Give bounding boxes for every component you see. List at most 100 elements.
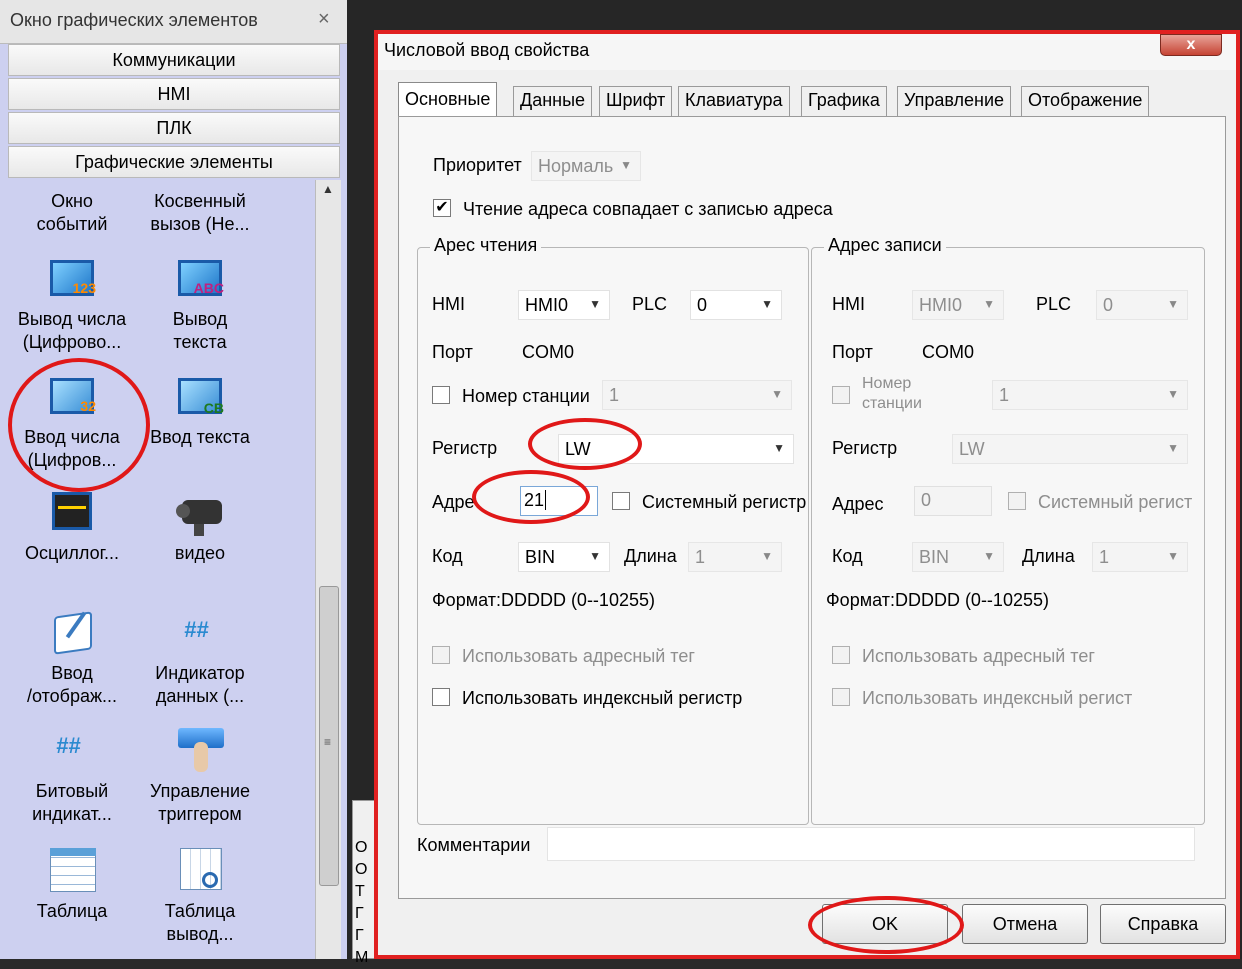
chevron-down-icon: ▼ bbox=[773, 441, 785, 455]
tool-number-display[interactable]: 123 Вывод числа (Цифрово... bbox=[2, 254, 142, 354]
read-address-value: 21 bbox=[524, 490, 545, 510]
tool-label: Управление bbox=[149, 781, 251, 801]
priority-select[interactable]: Нормаль ▼ bbox=[531, 151, 641, 181]
tool-label: Вывод числа bbox=[17, 309, 127, 329]
read-group-title: Арес чтения bbox=[430, 235, 542, 256]
write-index-register-checkbox[interactable] bbox=[832, 688, 850, 706]
chevron-down-icon: ▼ bbox=[589, 297, 601, 311]
write-code-label: Код bbox=[832, 546, 863, 566]
tool-bit-indicator[interactable]: ## Битовый индикат... bbox=[2, 726, 142, 826]
icon-badge: 32 bbox=[80, 398, 96, 414]
tool-oscilloscope[interactable]: Осциллог... bbox=[2, 488, 142, 565]
write-length-label: Длина bbox=[1022, 546, 1075, 566]
read-station-checkbox[interactable] bbox=[432, 386, 450, 404]
icon-badge: ABC bbox=[193, 280, 224, 296]
chevron-down-icon: ▼ bbox=[771, 387, 783, 401]
write-address-tag-checkbox[interactable] bbox=[832, 646, 850, 664]
read-address-input[interactable]: 21 bbox=[520, 486, 598, 516]
write-address-input[interactable]: 0 bbox=[914, 486, 992, 516]
ok-button[interactable]: OK bbox=[822, 904, 948, 944]
scroll-up-icon[interactable]: ▲ bbox=[322, 182, 334, 196]
text-input-icon: CB bbox=[174, 372, 226, 422]
write-station-label-2: станции bbox=[862, 395, 922, 412]
chevron-down-icon: ▼ bbox=[761, 297, 773, 311]
tab-display[interactable]: Отображение bbox=[1021, 86, 1150, 116]
read-plc-select[interactable]: 0 ▼ bbox=[690, 290, 782, 320]
category-plc[interactable]: ПЛК bbox=[8, 112, 340, 144]
category-communications[interactable]: Коммуникации bbox=[8, 44, 340, 76]
tool-label: /отображ... bbox=[26, 686, 118, 706]
tool-event-window[interactable]: Окно событий bbox=[2, 190, 142, 236]
write-length-select[interactable]: 1 ▼ bbox=[1092, 542, 1188, 572]
tool-trigger-control[interactable]: Управление триггером bbox=[130, 726, 270, 826]
read-format-text: Формат:DDDDD (0--10255) bbox=[432, 590, 655, 610]
chevron-down-icon: ▼ bbox=[1167, 297, 1179, 311]
tool-number-input[interactable]: 32 Ввод числа (Цифров... bbox=[2, 372, 142, 472]
tool-video[interactable]: видео bbox=[130, 488, 270, 565]
read-register-label: Регистр bbox=[432, 438, 498, 458]
tool-input-display[interactable]: Ввод /отображ... bbox=[2, 608, 142, 708]
graphics-elements-panel: Окно графических элементов × Коммуникаци… bbox=[0, 0, 347, 959]
scrollbar-thumb[interactable]: ≡ bbox=[319, 586, 339, 886]
read-plc-value: 0 bbox=[697, 295, 708, 315]
dialog-titlebar[interactable]: Числовой ввод свойства x bbox=[378, 34, 1236, 70]
tool-label: Ввод числа bbox=[24, 427, 120, 447]
write-plc-label: PLC bbox=[1036, 294, 1072, 314]
write-address-value: 0 bbox=[921, 490, 932, 510]
chevron-down-icon: ▼ bbox=[620, 158, 632, 172]
cancel-button[interactable]: Отмена bbox=[962, 904, 1088, 944]
tab-keyboard[interactable]: Клавиатура bbox=[678, 86, 790, 116]
video-camera-icon bbox=[174, 488, 226, 538]
write-station-label: Номер станции bbox=[862, 374, 922, 414]
write-station-select[interactable]: 1 ▼ bbox=[992, 380, 1188, 410]
tab-font[interactable]: Шрифт bbox=[599, 86, 673, 116]
write-code-select[interactable]: BIN ▼ bbox=[912, 542, 1004, 572]
panel-scrollbar[interactable]: ▲ ≡ bbox=[315, 180, 341, 959]
read-index-register-checkbox[interactable] bbox=[432, 688, 450, 706]
tool-table-output[interactable]: Таблица вывод... bbox=[130, 846, 270, 946]
tool-label: Таблица bbox=[164, 901, 236, 921]
read-register-select[interactable]: LW ▼ bbox=[558, 434, 794, 464]
write-group-title: Адрес записи bbox=[824, 235, 946, 256]
write-station-value: 1 bbox=[999, 385, 1010, 405]
same-address-checkbox[interactable]: ✔ bbox=[433, 199, 451, 217]
read-hmi-select[interactable]: HMI0 ▼ bbox=[518, 290, 610, 320]
tool-label: (Цифрово... bbox=[22, 332, 122, 352]
category-graphic-elements[interactable]: Графические элементы bbox=[8, 146, 340, 178]
write-register-select[interactable]: LW ▼ bbox=[952, 434, 1188, 464]
read-system-register-checkbox[interactable] bbox=[612, 492, 630, 510]
tab-basic[interactable]: Основные bbox=[398, 82, 498, 118]
tool-table[interactable]: Таблица bbox=[2, 846, 142, 923]
category-hmi[interactable]: HMI bbox=[8, 78, 340, 110]
read-station-select[interactable]: 1 ▼ bbox=[602, 380, 792, 410]
close-button[interactable]: x bbox=[1160, 34, 1222, 56]
read-length-select[interactable]: 1 ▼ bbox=[688, 542, 782, 572]
tab-graphics[interactable]: Графика bbox=[801, 86, 887, 116]
tab-bar: Основные Данные Шрифт Клавиатура Графика… bbox=[398, 82, 1168, 118]
write-system-register-checkbox[interactable] bbox=[1008, 492, 1026, 510]
tab-panel-basic: Приоритет Нормаль ▼ ✔ Чтение адреса совп… bbox=[398, 116, 1226, 899]
read-register-value: LW bbox=[565, 439, 591, 459]
write-port-value: COM0 bbox=[922, 342, 975, 362]
tool-data-indicator[interactable]: ## Индикатор данных (... bbox=[130, 608, 270, 708]
write-station-checkbox[interactable] bbox=[832, 386, 850, 404]
write-hmi-select[interactable]: HMI0 ▼ bbox=[912, 290, 1004, 320]
read-address-tag-checkbox[interactable] bbox=[432, 646, 450, 664]
comment-input[interactable] bbox=[547, 827, 1195, 861]
tool-label: Осциллог... bbox=[25, 543, 119, 563]
tool-indirect-call[interactable]: Косвенный вызов (Не... bbox=[130, 190, 270, 236]
write-plc-select[interactable]: 0 ▼ bbox=[1096, 290, 1188, 320]
write-port-label: Порт bbox=[832, 342, 873, 362]
tab-data[interactable]: Данные bbox=[513, 86, 593, 116]
tool-text-input[interactable]: CB Ввод текста bbox=[130, 372, 270, 449]
read-length-label: Длина bbox=[624, 546, 677, 566]
close-icon[interactable]: × bbox=[318, 8, 330, 31]
read-code-select[interactable]: BIN ▼ bbox=[518, 542, 610, 572]
tool-label: данных (... bbox=[155, 686, 245, 706]
tool-text-display[interactable]: ABC Вывод текста bbox=[130, 254, 270, 354]
table-icon bbox=[46, 846, 98, 896]
read-station-value: 1 bbox=[609, 385, 620, 405]
read-length-value: 1 bbox=[695, 547, 706, 567]
tab-control[interactable]: Управление bbox=[897, 86, 1012, 116]
help-button[interactable]: Справка bbox=[1100, 904, 1226, 944]
